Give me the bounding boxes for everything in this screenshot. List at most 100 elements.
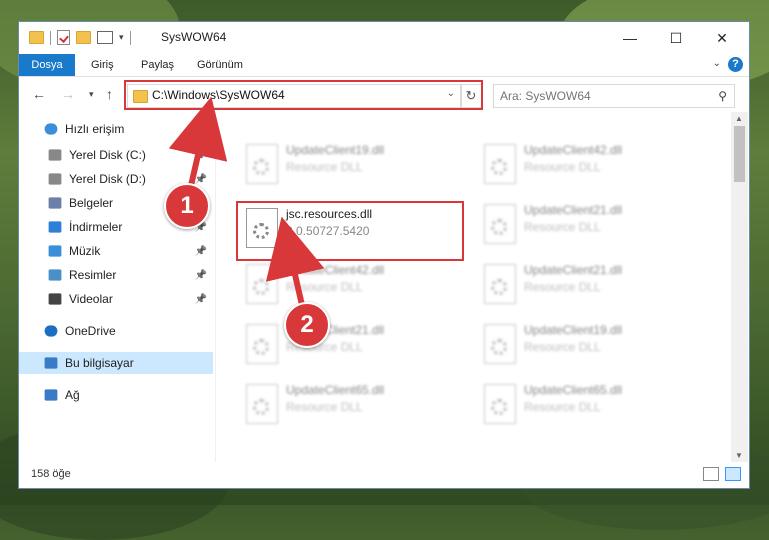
scrollbar-thumb[interactable] (734, 126, 745, 182)
tab-home[interactable]: Giriş (81, 54, 124, 76)
new-folder-icon[interactable] (76, 31, 91, 44)
scroll-up-icon[interactable]: ▲ (735, 114, 743, 123)
sidebar-item[interactable]: Müzik 📌 (19, 240, 213, 262)
sidebar-item[interactable]: Resimler 📌 (19, 264, 213, 286)
sidebar-item-label: Ağ (65, 388, 80, 402)
file-description: Resource DLL (524, 400, 601, 414)
dll-file-icon (246, 384, 278, 424)
sidebar-item-label: Videolar (69, 292, 113, 306)
gear-icon (253, 339, 269, 355)
file-description: Resource DLL (286, 400, 363, 414)
gear-icon (491, 399, 507, 415)
sidebar-item-label: Müzik (69, 244, 101, 258)
list-item[interactable]: UpdateClient21.dll Resource DLL (478, 200, 698, 248)
star-icon (44, 123, 58, 135)
list-item[interactable]: UpdateClient19.dll Resource DLL (478, 320, 698, 368)
scroll-down-icon[interactable]: ▼ (735, 451, 743, 460)
list-item[interactable]: UpdateClient65.dll Resource DLL (478, 380, 698, 428)
customize-toolbar-icon[interactable] (97, 31, 113, 44)
chevron-down-icon[interactable]: ▾ (119, 32, 124, 43)
pin-icon[interactable]: 📌 (195, 294, 207, 305)
list-item[interactable]: UpdateClient21.dll Resource DLL (240, 320, 460, 368)
pin-icon[interactable]: 📌 (195, 174, 207, 185)
videos-icon (48, 293, 62, 305)
list-item[interactable]: UpdateClient19.dll Resource DLL (240, 140, 460, 188)
file-name: UpdateClient21.dll (524, 203, 623, 217)
folder-icon (29, 31, 44, 44)
file-name: UpdateClient42.dll (524, 143, 623, 157)
list-item[interactable]: UpdateClient65.dll Resource DLL (240, 380, 460, 428)
file-highlight-box (236, 201, 464, 261)
sidebar-item[interactable]: Ağ (19, 384, 213, 406)
search-box[interactable]: ⚲ (493, 84, 735, 108)
file-name: UpdateClient19.dll (524, 323, 623, 337)
dll-file-icon (484, 324, 516, 364)
sidebar-item-label: Yerel Disk (C:) (69, 148, 146, 162)
help-icon[interactable]: ? (728, 57, 743, 72)
file-description: Resource DLL (524, 160, 601, 174)
properties-check-icon[interactable] (57, 30, 70, 45)
sidebar-item[interactable]: Hızlı erişim (19, 118, 213, 140)
quick-access-toolbar: ▾ (29, 30, 131, 45)
minimize-button[interactable]: — (607, 22, 653, 54)
sidebar-item-label: Resimler (69, 268, 117, 282)
downloads-icon (48, 221, 62, 233)
sidebar-item[interactable]: Bu bilgisayar (19, 352, 213, 374)
ribbon-tabs: Dosya Giriş Paylaş Görünüm ⌄ ? (19, 54, 749, 77)
vertical-scrollbar[interactable]: ▲ ▼ (731, 112, 748, 462)
gear-icon (253, 399, 269, 415)
sidebar-item[interactable]: Yerel Disk (C:) 📌 (19, 144, 213, 166)
pin-icon[interactable]: 📌 (195, 270, 207, 281)
sidebar-item-label: OneDrive (65, 324, 116, 338)
close-button[interactable]: ✕ (699, 22, 745, 54)
dll-file-icon (246, 144, 278, 184)
dll-file-icon (484, 204, 516, 244)
large-icons-view-icon[interactable] (725, 467, 741, 481)
sidebar-item-label: Belgeler (69, 196, 114, 210)
tab-view[interactable]: Görünüm (187, 54, 253, 76)
search-icon[interactable]: ⚲ (718, 89, 727, 103)
status-bar: 158 öğe (19, 462, 749, 488)
maximize-button[interactable]: ☐ (653, 22, 699, 54)
sidebar-item-label: Yerel Disk (D:) (69, 172, 146, 186)
dll-file-icon (484, 144, 516, 184)
sidebar-item-label: İndirmeler (69, 220, 123, 234)
step-1-badge: 1 (164, 183, 210, 229)
sidebar-item[interactable]: Videolar 📌 (19, 288, 213, 310)
list-item[interactable]: UpdateClient42.dll Resource DLL (240, 260, 460, 308)
expand-ribbon-icon[interactable]: ⌄ (713, 58, 721, 69)
file-description: Resource DLL (286, 160, 363, 174)
search-input[interactable] (494, 85, 702, 107)
gear-icon (253, 159, 269, 175)
details-view-icon[interactable] (703, 467, 719, 481)
network-icon (44, 389, 58, 401)
list-item[interactable]: UpdateClient42.dll Resource DLL (478, 140, 698, 188)
back-button[interactable]: ← (32, 86, 46, 102)
file-description: Resource DLL (286, 280, 363, 294)
window-title: SysWOW64 (161, 30, 227, 44)
dll-file-icon (246, 324, 278, 364)
documents-icon (48, 197, 62, 209)
gear-icon (491, 219, 507, 235)
gear-icon (253, 279, 269, 295)
tab-file[interactable]: Dosya (19, 54, 75, 76)
list-item[interactable]: UpdateClient21.dll Resource DLL (478, 260, 698, 308)
explorer-window: ▾ SysWOW64 — ☐ ✕ Dosya Giriş Paylaş Görü… (19, 22, 749, 488)
music-icon (48, 245, 62, 257)
dll-file-icon (246, 264, 278, 304)
file-name: UpdateClient65.dll (524, 383, 623, 397)
navigation-bar: ← → ▾ ↑ C:\Windows\SysWOW64 ⌄ ↻ ⚲ (19, 77, 749, 111)
sidebar-item[interactable]: OneDrive (19, 320, 213, 342)
pin-icon[interactable]: 📌 (195, 246, 207, 257)
forward-button[interactable]: → (61, 86, 75, 102)
file-description: Resource DLL (524, 280, 601, 294)
tab-share[interactable]: Paylaş (131, 54, 184, 76)
recent-locations-icon[interactable]: ▾ (89, 89, 94, 100)
address-highlight-box (124, 80, 483, 110)
up-button[interactable]: ↑ (106, 86, 113, 102)
file-name: UpdateClient19.dll (286, 143, 385, 157)
file-name: UpdateClient65.dll (286, 383, 385, 397)
sidebar-item-label: Hızlı erişim (65, 122, 125, 136)
file-description: Resource DLL (524, 340, 601, 354)
pin-icon[interactable]: 📌 (195, 150, 207, 161)
